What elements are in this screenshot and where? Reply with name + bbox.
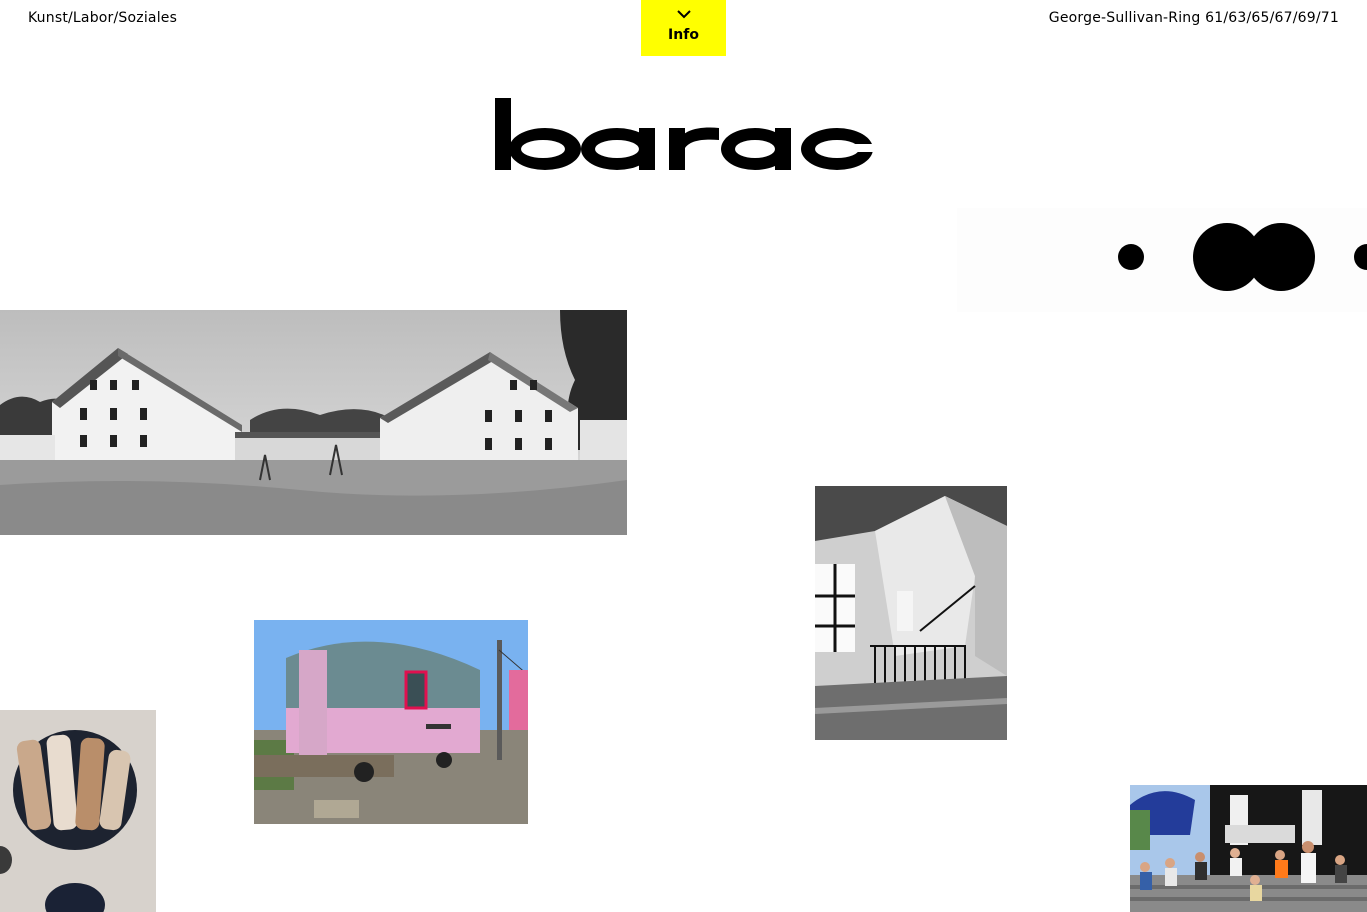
address-text: George-Sullivan-Ring 61/63/65/67/69/71 xyxy=(1048,10,1339,26)
photo-crowd[interactable] xyxy=(1130,785,1367,912)
barac-logo[interactable] xyxy=(493,82,875,182)
crowd-image xyxy=(1130,785,1367,912)
page: Kunst/Labor/Soziales Info George-Sulliva… xyxy=(0,0,1367,912)
photo-barracks[interactable] xyxy=(0,310,627,535)
photo-trailer[interactable] xyxy=(254,620,528,824)
dots-decoration-icon xyxy=(957,208,1367,312)
tagline-link[interactable]: Kunst/Labor/Soziales xyxy=(28,10,177,26)
staircase-image xyxy=(815,486,1007,740)
food-image xyxy=(0,710,156,912)
photo-staircase[interactable] xyxy=(815,486,1007,740)
info-button[interactable]: Info xyxy=(641,0,726,56)
trailer-image xyxy=(254,620,528,824)
chevron-down-icon xyxy=(676,10,691,19)
photo-food[interactable] xyxy=(0,710,156,912)
barracks-image xyxy=(0,310,627,535)
info-label: Info xyxy=(668,27,699,43)
